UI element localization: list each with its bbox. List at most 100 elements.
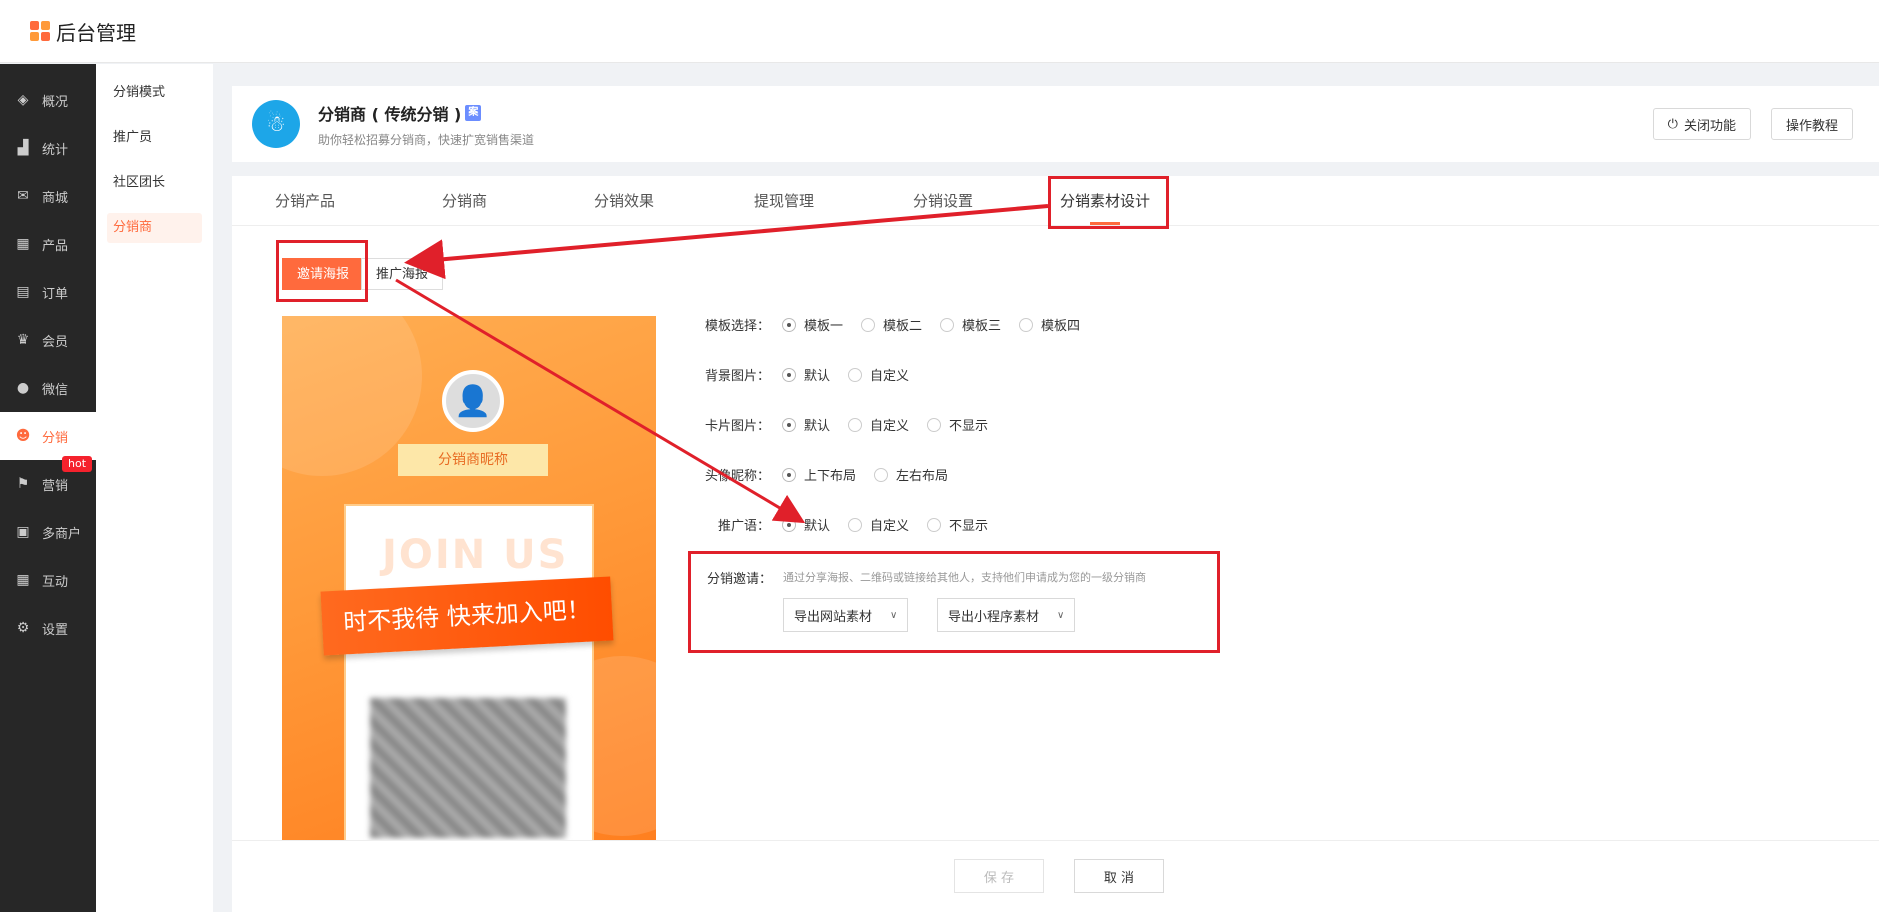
sidebar-item-overview[interactable]: ◈ 概况 xyxy=(0,76,96,124)
close-feature-button[interactable]: ⏻ 关闭功能 xyxy=(1652,108,1751,140)
sub-navigation: 分销模式 推广员 社区团长 分销商 xyxy=(96,64,213,912)
poster-qr-code xyxy=(370,698,566,838)
mail-icon: ✉ xyxy=(17,188,29,204)
template-label: 模板选择： xyxy=(704,319,770,334)
card-image-label: 卡片图片： xyxy=(704,419,770,434)
gear-icon: ⚙ xyxy=(16,620,30,636)
wechat-icon: ● xyxy=(16,380,30,396)
clipboard-icon: ▤ xyxy=(16,284,30,300)
crown-icon: ♛ xyxy=(16,332,30,348)
layout-horizontal-radio[interactable]: 左右布局 xyxy=(874,465,948,484)
sidebar-item-stats[interactable]: ▟ 统计 xyxy=(0,124,96,172)
sidebar-item-label: 分销 xyxy=(42,430,69,446)
invite-label: 分销邀请： xyxy=(707,572,773,587)
sidebar-item-products[interactable]: ▦ 产品 xyxy=(0,220,96,268)
sidebar-item-shop[interactable]: ✉ 商城 xyxy=(0,172,96,220)
card-default-radio[interactable]: 默认 xyxy=(782,415,830,434)
sidebar-item-label: 设置 xyxy=(42,622,69,638)
feature-badge: 案 xyxy=(465,104,482,121)
tutorial-button[interactable]: 操作教程 xyxy=(1770,108,1853,140)
avatar-nick-label: 头像昵称： xyxy=(704,469,770,484)
save-button[interactable]: 保 存 xyxy=(954,859,1044,893)
export-site-dropdown[interactable]: 导出网站素材 ∨ xyxy=(783,598,909,632)
subnav-item-community-leader[interactable]: 社区团长 xyxy=(107,168,202,198)
sidebar-item-members[interactable]: ♛ 会员 xyxy=(0,316,96,364)
bg-default-radio[interactable]: 默认 xyxy=(782,365,830,384)
feature-subtitle: 助你轻松招募分销商，快速扩宽销售渠道 xyxy=(318,132,535,147)
layers-icon: ◈ xyxy=(17,92,29,108)
sidebar-item-wechat[interactable]: ● 微信 xyxy=(0,364,96,412)
poster-preview: 👤 分销商昵称 JOIN US 时不我待 快来加入吧！ xyxy=(282,316,656,842)
slogan-label: 推广语： xyxy=(717,519,770,534)
sidebar-item-label: 统计 xyxy=(42,142,69,158)
sidebar-item-label: 订单 xyxy=(42,286,69,302)
sidebar-item-marketing[interactable]: hot ⚑ 营销 xyxy=(0,456,96,508)
poster-avatar-icon: 👤 xyxy=(442,370,504,432)
subnav-item-distributor[interactable]: 分销商 xyxy=(107,213,202,243)
bg-image-label: 背景图片： xyxy=(704,369,770,384)
sidebar: ◈ 概况 ▟ 统计 ✉ 商城 ▦ 产品 ▤ 订单 ♛ 会员 ● 微信 ☻ 分销 … xyxy=(0,64,96,912)
tab-effect[interactable]: 分销效果 xyxy=(594,176,654,226)
bg-image-row: 背景图片： 默认 自定义 xyxy=(700,365,927,384)
invite-description: 通过分享海报、二维码或链接给其他人，支持他们申请成为您的一级分销商 xyxy=(783,571,1146,584)
sidebar-item-distribution[interactable]: ☻ 分销 xyxy=(0,412,96,460)
distribution-invite-section: 分销邀请： 通过分享海报、二维码或链接给其他人，支持他们申请成为您的一级分销商 … xyxy=(688,551,1220,653)
export-mini-dropdown[interactable]: 导出小程序素材 ∨ xyxy=(937,598,1076,632)
app-title: 后台管理 xyxy=(56,20,136,45)
feature-header: ☃ 分销商 ( 传统分销 ) 案 助你轻松招募分销商，快速扩宽销售渠道 ⏻ 关闭… xyxy=(232,86,1879,162)
layout-vertical-radio[interactable]: 上下布局 xyxy=(782,465,856,484)
subnav-item-mode[interactable]: 分销模式 xyxy=(107,78,202,108)
hot-badge: hot xyxy=(62,456,93,472)
chevron-down-icon: ∨ xyxy=(890,609,898,621)
sidebar-item-label: 商城 xyxy=(42,190,69,206)
template-radio-1[interactable]: 模板一 xyxy=(782,315,843,334)
feature-title: 分销商 ( 传统分销 ) xyxy=(318,104,462,124)
sidebar-item-label: 产品 xyxy=(42,238,69,254)
grid-icon: ▦ xyxy=(16,236,30,252)
feature-avatar-icon: ☃ xyxy=(252,100,300,148)
cancel-button[interactable]: 取 消 xyxy=(1074,859,1164,893)
poster-join-text: JOIN US xyxy=(382,532,569,578)
sidebar-item-label: 营销 xyxy=(42,478,69,494)
sidebar-item-orders[interactable]: ▤ 订单 xyxy=(0,268,96,316)
form-footer: 保 存 取 消 xyxy=(232,840,1879,912)
card-custom-radio[interactable]: 自定义 xyxy=(848,415,909,434)
slogan-custom-radio[interactable]: 自定义 xyxy=(848,515,909,534)
slogan-default-radio[interactable]: 默认 xyxy=(782,515,830,534)
power-icon: ⏻ xyxy=(1667,116,1678,132)
card-hide-radio[interactable]: 不显示 xyxy=(927,415,988,434)
store-icon: ▣ xyxy=(16,524,30,540)
template-radio-4[interactable]: 模板四 xyxy=(1019,315,1080,334)
sidebar-item-settings[interactable]: ⚙ 设置 xyxy=(0,604,96,652)
template-radio-3[interactable]: 模板三 xyxy=(940,315,1001,334)
user-share-icon: ☻ xyxy=(15,428,31,444)
sidebar-item-label: 多商户 xyxy=(42,526,82,542)
sidebar-item-label: 互动 xyxy=(42,574,69,590)
annotation-box-material-tab xyxy=(1048,176,1169,229)
slogan-row: 推广语： 默认 自定义 不显示 xyxy=(700,515,1006,534)
sidebar-item-label: 微信 xyxy=(42,382,69,398)
tab-distributors[interactable]: 分销商 xyxy=(442,176,487,226)
bg-custom-radio[interactable]: 自定义 xyxy=(848,365,909,384)
tab-withdraw[interactable]: 提现管理 xyxy=(754,176,814,226)
sidebar-item-label: 会员 xyxy=(42,334,69,350)
card-image-row: 卡片图片： 默认 自定义 不显示 xyxy=(700,415,1006,434)
flag-icon: ⚑ xyxy=(16,476,30,492)
slogan-hide-radio[interactable]: 不显示 xyxy=(927,515,988,534)
avatar-nick-row: 头像昵称： 上下布局 左右布局 xyxy=(700,465,966,484)
chart-icon: ▟ xyxy=(17,140,29,156)
sidebar-item-interact[interactable]: ▦ 互动 xyxy=(0,556,96,604)
subnav-item-promoter[interactable]: 推广员 xyxy=(107,123,202,153)
chevron-down-icon: ∨ xyxy=(1057,609,1065,621)
grid-icon: ▦ xyxy=(16,572,30,588)
app-logo-icon xyxy=(30,21,50,41)
tab-products[interactable]: 分销产品 xyxy=(275,176,335,226)
promo-poster-tab[interactable]: 推广海报 xyxy=(361,258,444,290)
tab-settings[interactable]: 分销设置 xyxy=(913,176,973,226)
sidebar-item-merchants[interactable]: ▣ 多商户 xyxy=(0,508,96,556)
poster-nickname: 分销商昵称 xyxy=(398,444,548,476)
top-bar: 后台管理 xyxy=(0,0,1879,63)
template-select-row: 模板选择： 模板一 模板二 模板三 模板四 xyxy=(700,315,1098,334)
sidebar-item-label: 概况 xyxy=(42,94,69,110)
template-radio-2[interactable]: 模板二 xyxy=(861,315,922,334)
